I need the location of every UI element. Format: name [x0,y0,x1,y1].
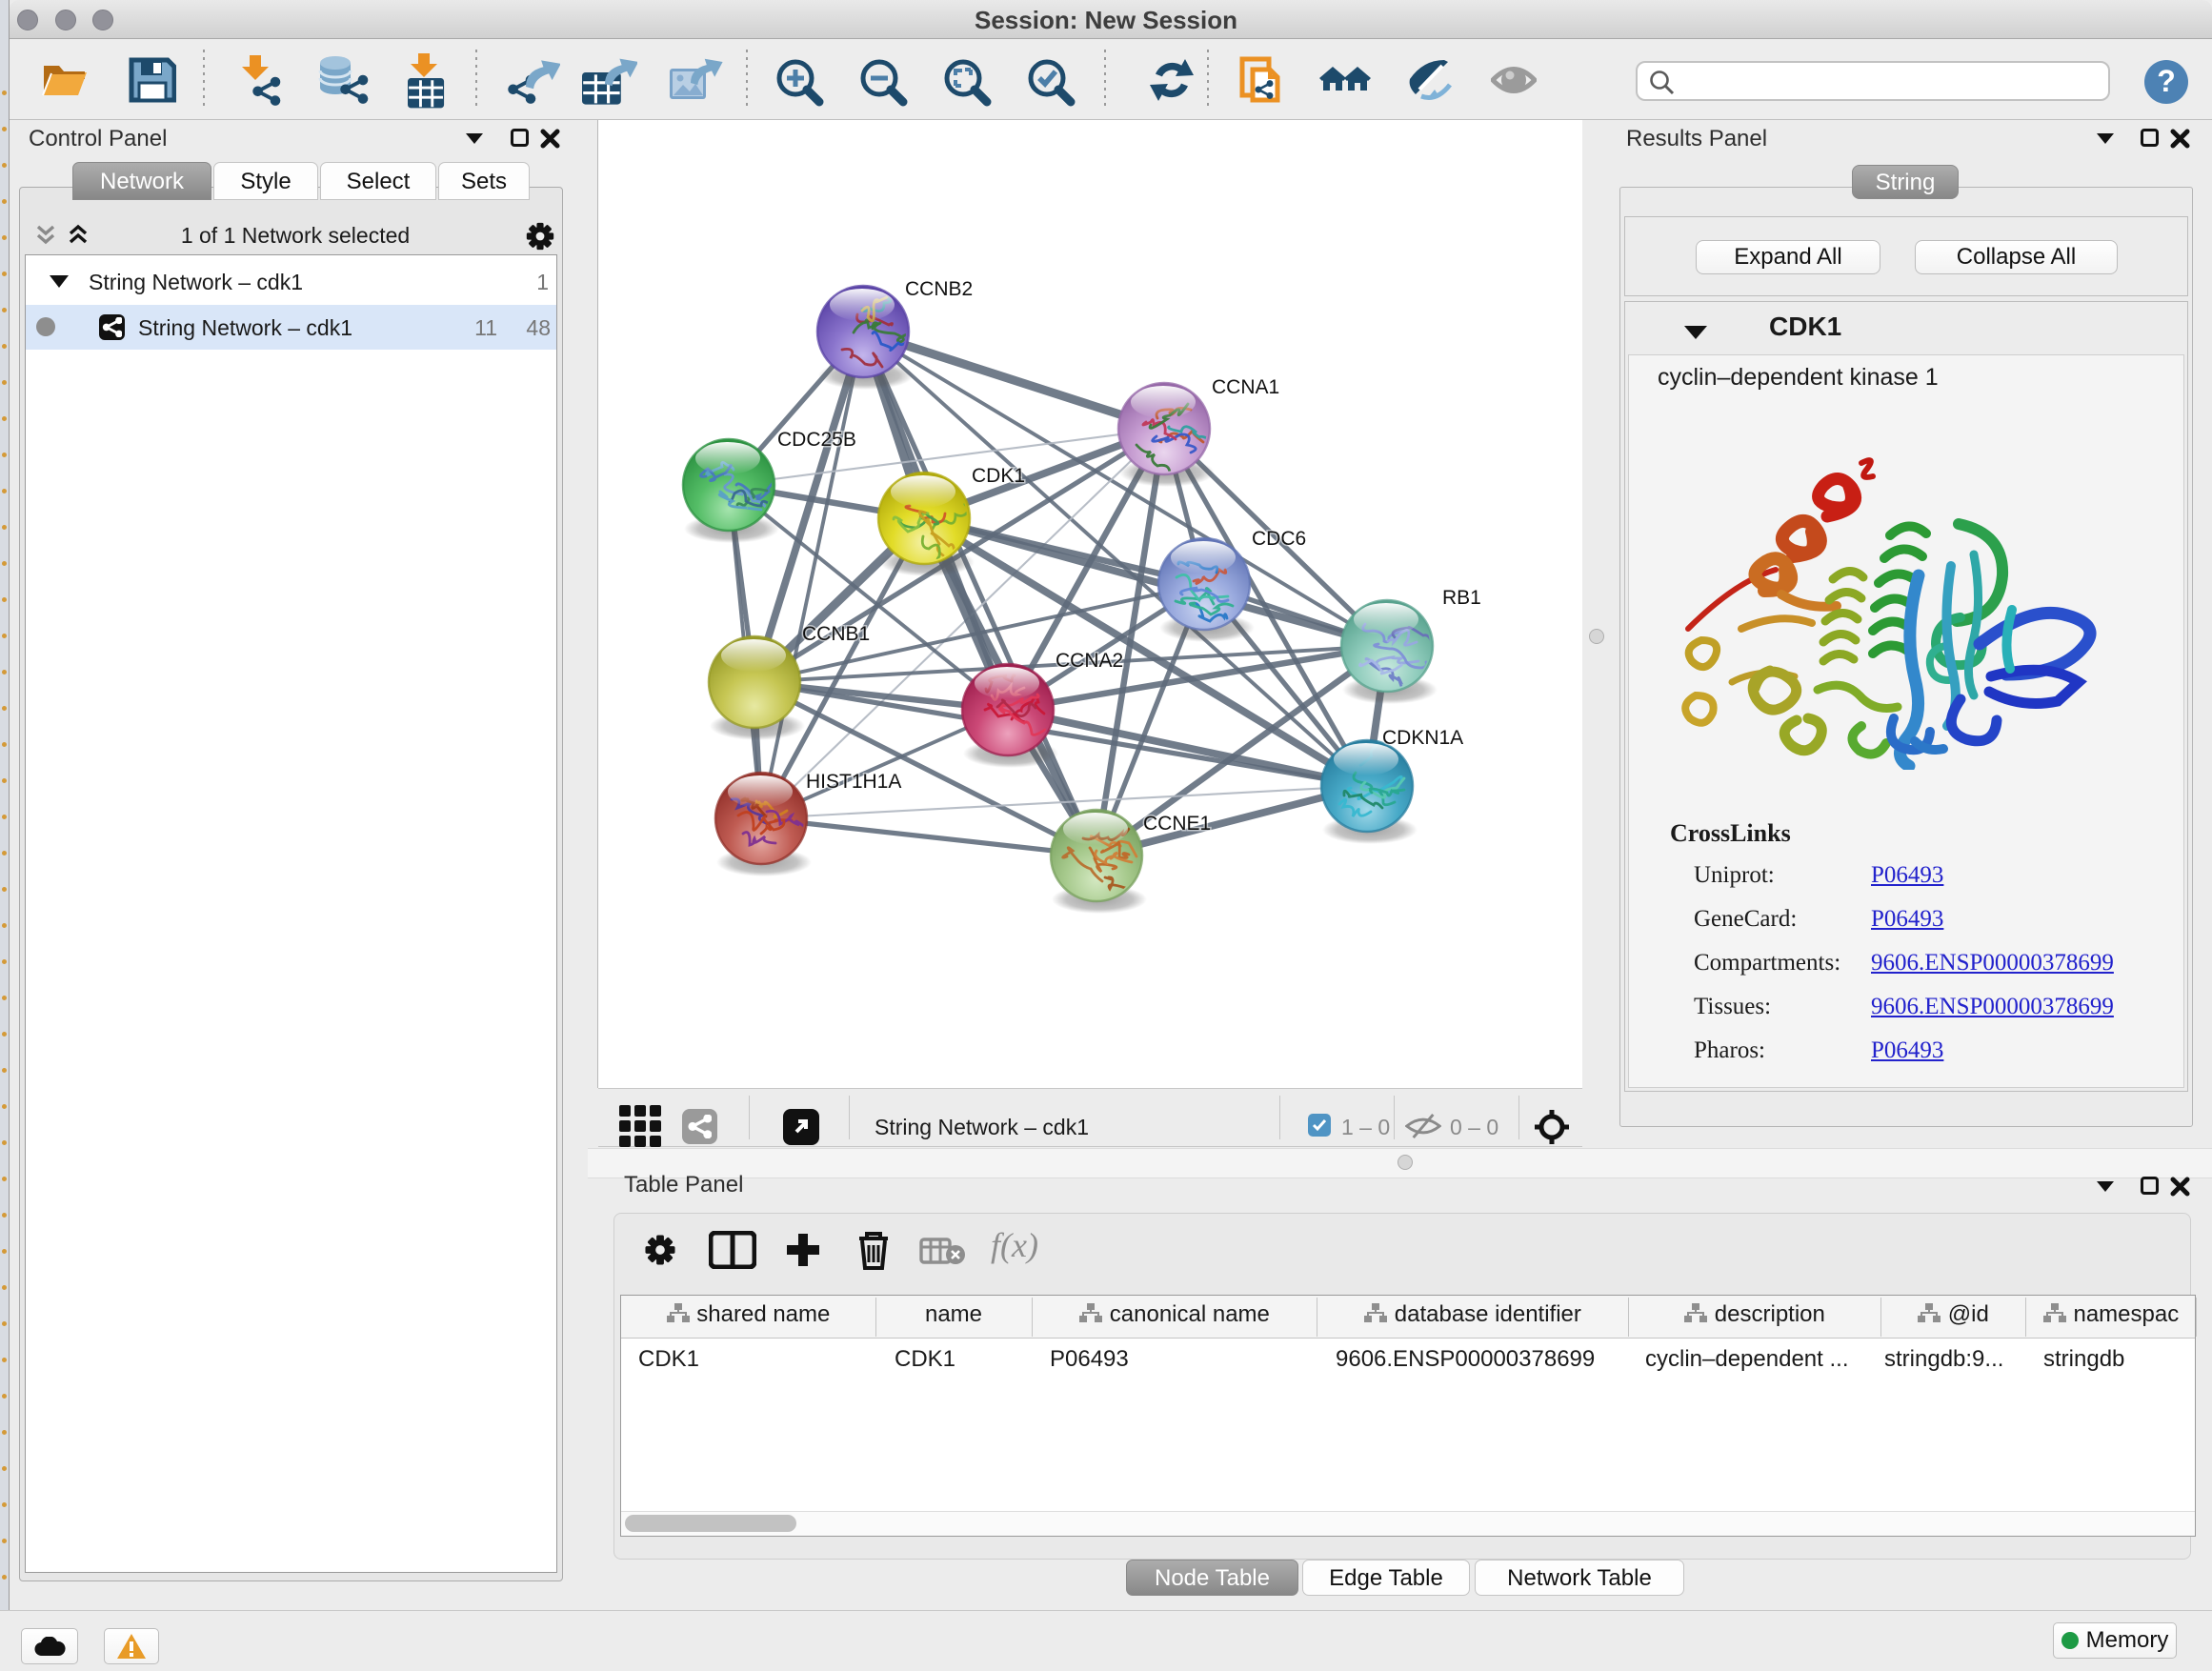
svg-text:CCNB1: CCNB1 [802,623,870,645]
svg-text:HIST1H1A: HIST1H1A [806,771,901,793]
svg-text:CCNE1: CCNE1 [1143,813,1211,835]
svg-text:CCNB2: CCNB2 [905,278,973,300]
svg-text:?: ? [2157,64,2176,98]
svg-text:CDK1: CDK1 [972,465,1025,487]
svg-text:RB1: RB1 [1442,587,1481,609]
svg-text:CDC25B: CDC25B [777,429,856,451]
svg-text:CCNA1: CCNA1 [1212,376,1279,398]
svg-text:CDKN1A: CDKN1A [1382,727,1463,749]
svg-text:CDC6: CDC6 [1252,528,1306,550]
svg-text:CCNA2: CCNA2 [1056,650,1123,672]
